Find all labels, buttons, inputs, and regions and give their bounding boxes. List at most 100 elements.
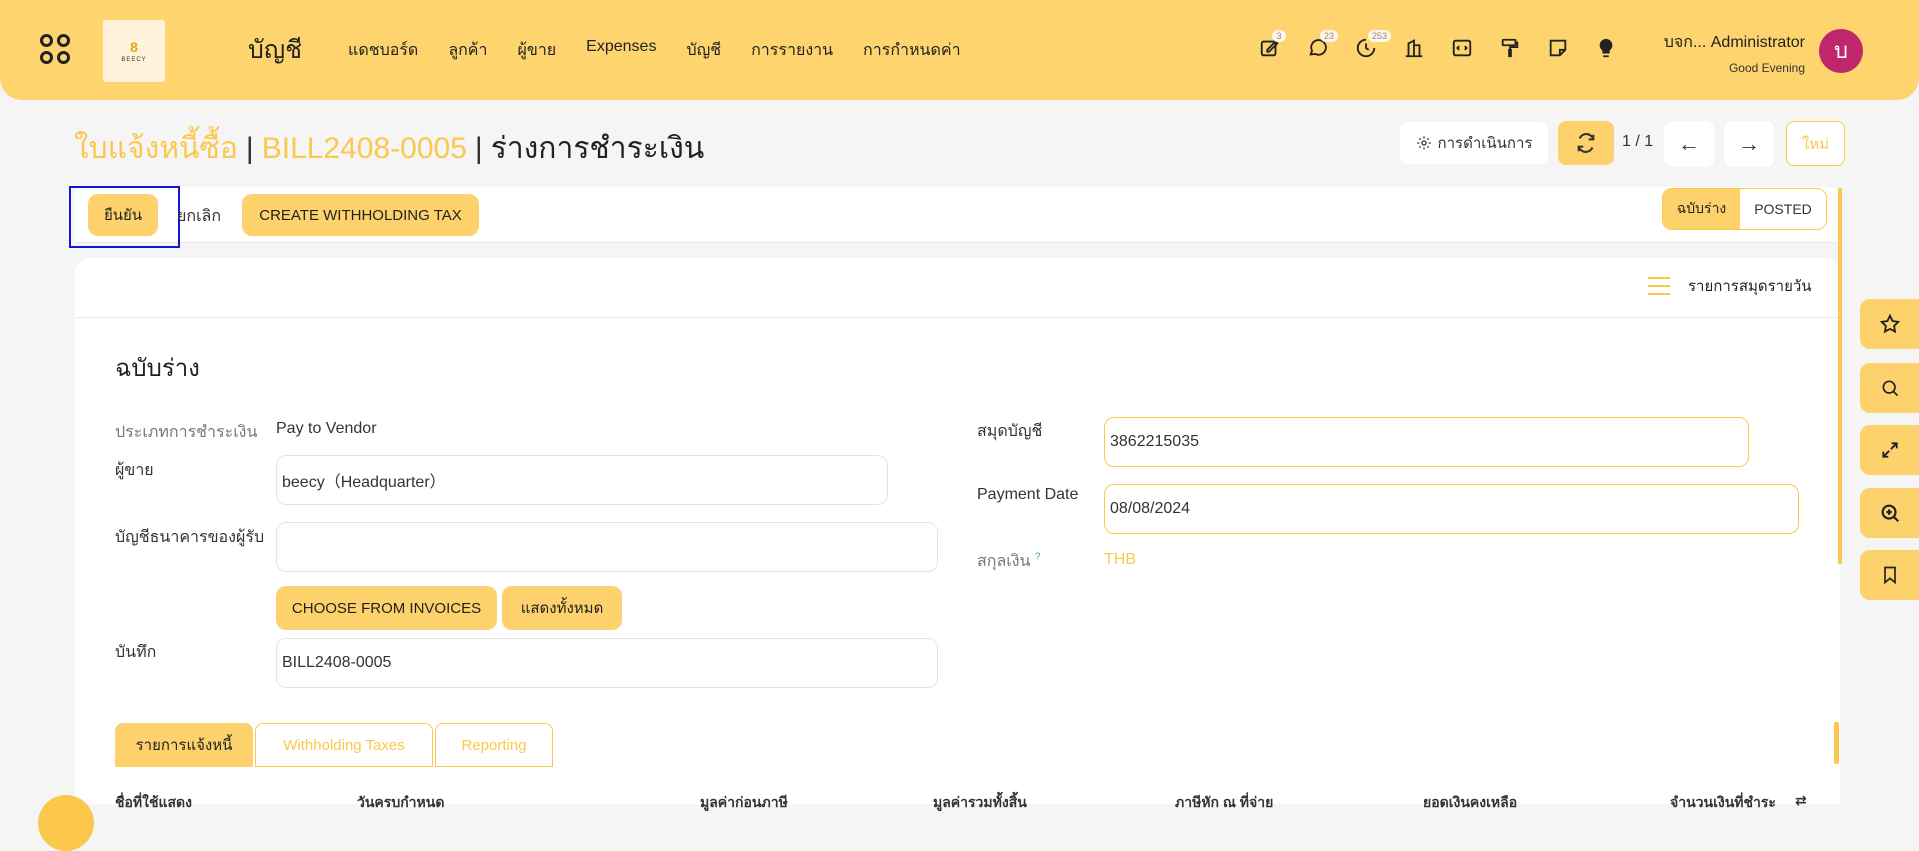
user-greeting: Good Evening [1728,61,1805,75]
star-icon [1879,313,1900,334]
pager-next-button[interactable]: → [1724,121,1774,167]
refresh-icon [1577,133,1595,153]
logo-text: BEECY [121,56,147,63]
paint-roller-icon[interactable] [1498,36,1522,60]
choose-from-invoices-button[interactable]: CHOOSE FROM INVOICES [276,586,497,630]
notebook-tabs: รายการแจ้งหนี้ Withholding Taxes Reporti… [115,723,555,767]
help-chat-bubble[interactable] [38,795,94,851]
column-display-name[interactable]: ชื่อที่ใช้แสดง [115,792,192,814]
invoice-table-header: ชื่อที่ใช้แสดง วันครบกำหนด มูลค่าก่อนภาษ… [115,792,1815,812]
currency-label: สกุลเงิน ? [977,549,1041,574]
avatar[interactable]: บ [1819,29,1863,73]
tab-reporting[interactable]: Reporting [435,723,553,767]
user-menu[interactable]: บจก... Administrator Good Evening [1600,30,1805,75]
timesheet-badge: 253 [1368,30,1392,42]
breadcrumb-current: ร่างการชำระเงิน [490,132,705,165]
menu-item-configuration[interactable]: การกำหนดค่า [863,38,961,63]
zoom-tool[interactable] [1860,488,1919,538]
column-due-date[interactable]: วันครบกำหนด [357,792,444,814]
gear-icon [1416,136,1431,150]
messages-badge: 23 [1320,30,1339,42]
logo-glyph: 8 [130,38,138,55]
column-withholding-tax[interactable]: ภาษีหัก ณ ที่จ่าย [1175,792,1273,814]
inner-scrollbar[interactable] [1834,722,1839,764]
status-draft[interactable]: ฉบับร่าง [1663,189,1740,229]
activities-icon[interactable]: 3 [1258,30,1286,60]
top-navbar: 8 BEECY บัญชี แดชบอร์ด ลูกค้า ผู้ขาย Exp… [0,0,1919,100]
payment-date-label: Payment Date [977,486,1079,503]
show-all-button[interactable]: แสดงทั้งหมด [502,586,622,630]
bookmark-icon [1883,566,1896,585]
column-untaxed-amount[interactable]: มูลค่าก่อนภาษี [700,792,788,814]
fullscreen-tool[interactable] [1860,425,1919,475]
app-name: บัญชี [248,36,303,64]
user-name: บจก... Administrator [1663,34,1805,51]
column-total-amount[interactable]: มูลค่ารวมทั้งสิ้น [933,792,1027,814]
menu-item-customers[interactable]: ลูกค้า [448,38,487,63]
column-settings-icon[interactable]: ⇄ [1795,792,1807,809]
payment-type-value[interactable]: Pay to Vendor [276,420,377,438]
company-logo[interactable]: 8 BEECY [103,20,165,82]
breadcrumb-separator: | [474,131,483,165]
menu-item-accounting[interactable]: บัญชี [686,38,721,63]
sticky-note-icon[interactable] [1546,36,1570,60]
menu-item-dashboard[interactable]: แดชบอร์ด [348,38,418,63]
create-withholding-tax-button[interactable]: CREATE WITHHOLDING TAX [242,194,479,236]
arrow-left-icon: ← [1678,131,1700,156]
pager-previous-button[interactable]: ← [1664,121,1714,167]
expand-icon [1881,442,1898,458]
status-widget: ฉบับร่าง POSTED [1662,188,1827,230]
activities-badge: 3 [1272,30,1286,42]
payment-date-field[interactable]: 08/08/2024 [1104,484,1799,534]
currency-label-text: สกุลเงิน [977,553,1031,570]
memo-field[interactable]: BILL2408-0005 [276,638,938,688]
breadcrumb-bills[interactable]: ใบแจ้งหนี้ซื้อ [74,125,238,172]
action-menu-button[interactable]: การดำเนินการ [1400,122,1548,164]
button-box: รายการสมุดรายวัน [75,258,1840,318]
reload-button[interactable] [1558,121,1614,165]
app-menu-icon[interactable] [40,34,72,66]
breadcrumb: ใบแจ้งหนี้ซื้อ | BILL2408-0005 | ร่างการ… [74,125,704,172]
status-posted[interactable]: POSTED [1740,189,1826,229]
help-icon[interactable]: ? [1035,552,1041,563]
pager-value[interactable]: 1 / 1 [1622,133,1653,151]
list-icon [1648,276,1670,296]
journal-items-label: รายการสมุดรายวัน [1688,278,1812,295]
payment-type-label: ประเภทการชำระเงิน [115,424,258,441]
favorite-tool[interactable] [1860,299,1919,349]
breadcrumb-bill-record[interactable]: BILL2408-0005 [262,132,467,166]
bookmark-tool[interactable] [1860,550,1919,600]
menu-item-vendors[interactable]: ผู้ขาย [518,38,557,63]
focus-highlight [69,186,180,248]
search-tool[interactable] [1860,363,1919,413]
company-switch-icon[interactable] [1402,36,1426,60]
column-amount-paid[interactable]: จำนวนเงินที่ชำระ [1670,792,1776,814]
record-title: ฉบับร่าง [115,355,200,382]
zoom-in-icon [1881,504,1899,523]
timer-icon[interactable]: 253 [1354,30,1392,60]
new-button[interactable]: ใหม่ [1786,121,1845,166]
tab-invoices[interactable]: รายการแจ้งหนี้ [115,723,253,767]
vertical-scrollbar[interactable] [1838,188,1842,564]
column-amount-residual[interactable]: ยอดเงินคงเหลือ [1423,792,1517,814]
journal-label: สมุดบัญชี [977,423,1043,440]
vendor-label: ผู้ขาย [115,462,154,479]
cancel-button[interactable]: ยกเลิก [177,204,221,229]
recipient-bank-label: บัญชีธนาคารของผู้รับ [115,529,265,546]
tab-withholding-taxes[interactable]: Withholding Taxes [255,723,433,767]
chat-icon[interactable]: 23 [1306,30,1339,60]
form-sheet: รายการสมุดรายวัน ฉบับร่าง ประเภทการชำระเ… [75,258,1840,810]
code-icon[interactable] [1450,36,1474,60]
breadcrumb-separator: | [245,131,254,165]
journal-items-button[interactable]: รายการสมุดรายวัน [1648,274,1812,298]
main-menu: แดชบอร์ด ลูกค้า ผู้ขาย Expenses บัญชี กา… [348,38,991,63]
menu-item-expenses[interactable]: Expenses [586,38,656,63]
currency-value[interactable]: THB [1104,551,1136,569]
arrow-right-icon: → [1738,131,1760,156]
journal-field[interactable]: 3862215035 [1104,417,1749,467]
systray: 3 23 253 [1258,30,1642,60]
vendor-field[interactable]: beecy（Headquarter） [276,455,888,505]
action-menu-label: การดำเนินการ [1437,135,1533,152]
recipient-bank-field[interactable] [276,522,938,572]
menu-item-reporting[interactable]: การรายงาน [751,38,833,63]
